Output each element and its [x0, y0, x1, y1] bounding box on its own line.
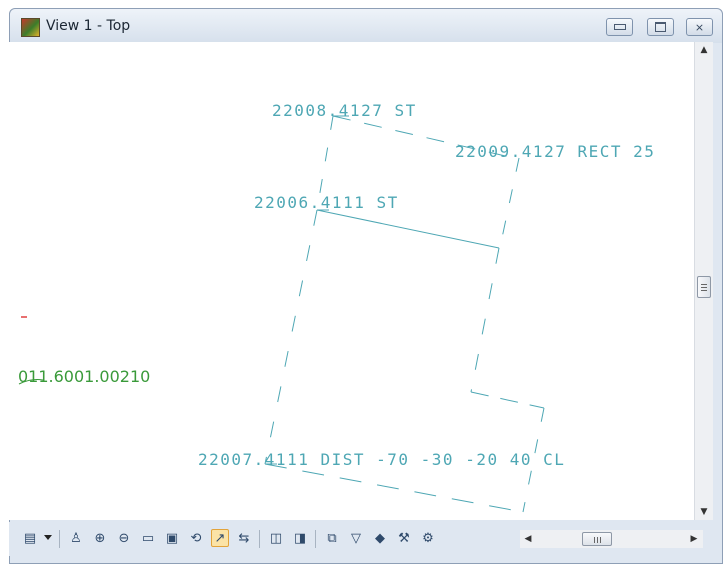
view-next-icon[interactable]: ◫	[267, 529, 285, 547]
view-attributes-icon[interactable]: ▤	[21, 529, 39, 547]
view-control-toolbar: ▤ ♙ ⊕ ⊖ ▭ ▣ ⟲ ↗ ⇆ ◫ ◨ ⧉ ▽ ◆ ⚒ ⚙ ◀ ▶	[9, 522, 713, 556]
vertical-scrollbar[interactable]: ▲ ▼	[694, 42, 713, 520]
app-icon	[21, 18, 40, 37]
grip-line	[701, 290, 707, 291]
label-left: 011.6001.00210	[18, 367, 150, 386]
cad-drawing: 22008.4127 ST 22009.4127 RECT 25 22006.4…	[18, 101, 655, 513]
grip-line	[701, 284, 707, 285]
toolbar-separator	[59, 530, 60, 548]
tool-settings-icon[interactable]: ⚒	[395, 529, 413, 547]
label-bottom: 22007.4111 DIST -70 -30 -20 40 CL	[198, 450, 565, 469]
view-settings-icon[interactable]: ⚙	[419, 529, 437, 547]
window-title: View 1 - Top	[46, 18, 131, 34]
zoom-in-icon[interactable]: ⊕	[91, 529, 109, 547]
fit-view-icon[interactable]: ▣	[163, 529, 181, 547]
chevron-down-icon[interactable]	[44, 535, 52, 540]
grip-line	[597, 537, 598, 543]
notch-dashed-edge	[470, 391, 545, 409]
left-dashed-edge	[264, 209, 318, 465]
label-top: 22008.4127 ST	[272, 101, 417, 120]
horizontal-scrollbar[interactable]: ◀ ▶	[520, 530, 703, 548]
scroll-right-icon[interactable]: ▶	[686, 530, 702, 548]
close-icon: ⨯	[694, 20, 705, 34]
close-button[interactable]: ⨯	[686, 18, 713, 36]
clip-volume-icon[interactable]: ⧉	[323, 529, 341, 547]
label-right: 22009.4127 RECT 25	[455, 142, 655, 161]
copy-view-icon[interactable]: ◨	[291, 529, 309, 547]
grip-line	[701, 287, 707, 288]
vertical-scroll-thumb[interactable]	[697, 276, 711, 298]
right-lower-dashed-edge	[470, 247, 500, 393]
update-view-icon[interactable]: ♙	[67, 529, 85, 547]
view-display-mode-icon[interactable]: ◆	[371, 529, 389, 547]
toolbar-separator	[259, 530, 260, 548]
minimize-button[interactable]	[606, 18, 633, 36]
drawing-canvas[interactable]: 22008.4127 ST 22009.4127 RECT 25 22006.4…	[9, 42, 694, 520]
minimize-icon	[613, 24, 626, 30]
view-previous-icon[interactable]: ⇆	[235, 529, 253, 547]
title-bar[interactable]: View 1 - Top ⨯	[10, 9, 722, 43]
toolbar-separator	[315, 530, 316, 548]
restore-icon	[655, 22, 666, 32]
grip-line	[600, 537, 601, 543]
zoom-out-icon[interactable]: ⊖	[115, 529, 133, 547]
scroll-left-icon[interactable]: ◀	[520, 530, 536, 548]
scroll-down-icon[interactable]: ▼	[695, 504, 713, 520]
inner-solid-edge	[316, 209, 500, 249]
maximize-button[interactable]	[647, 18, 674, 36]
right-dashed-edge	[498, 157, 520, 253]
pan-view-icon[interactable]: ↗	[211, 529, 229, 547]
camera-icon[interactable]: ▽	[347, 529, 365, 547]
bottom-dashed-edge	[264, 463, 524, 513]
grip-line	[594, 537, 595, 543]
rotate-view-icon[interactable]: ⟲	[187, 529, 205, 547]
label-mid: 22006.4111 ST	[254, 193, 399, 212]
scroll-up-icon[interactable]: ▲	[695, 42, 713, 58]
window-area-icon[interactable]: ▭	[139, 529, 157, 547]
horizontal-scroll-thumb[interactable]	[582, 532, 612, 546]
